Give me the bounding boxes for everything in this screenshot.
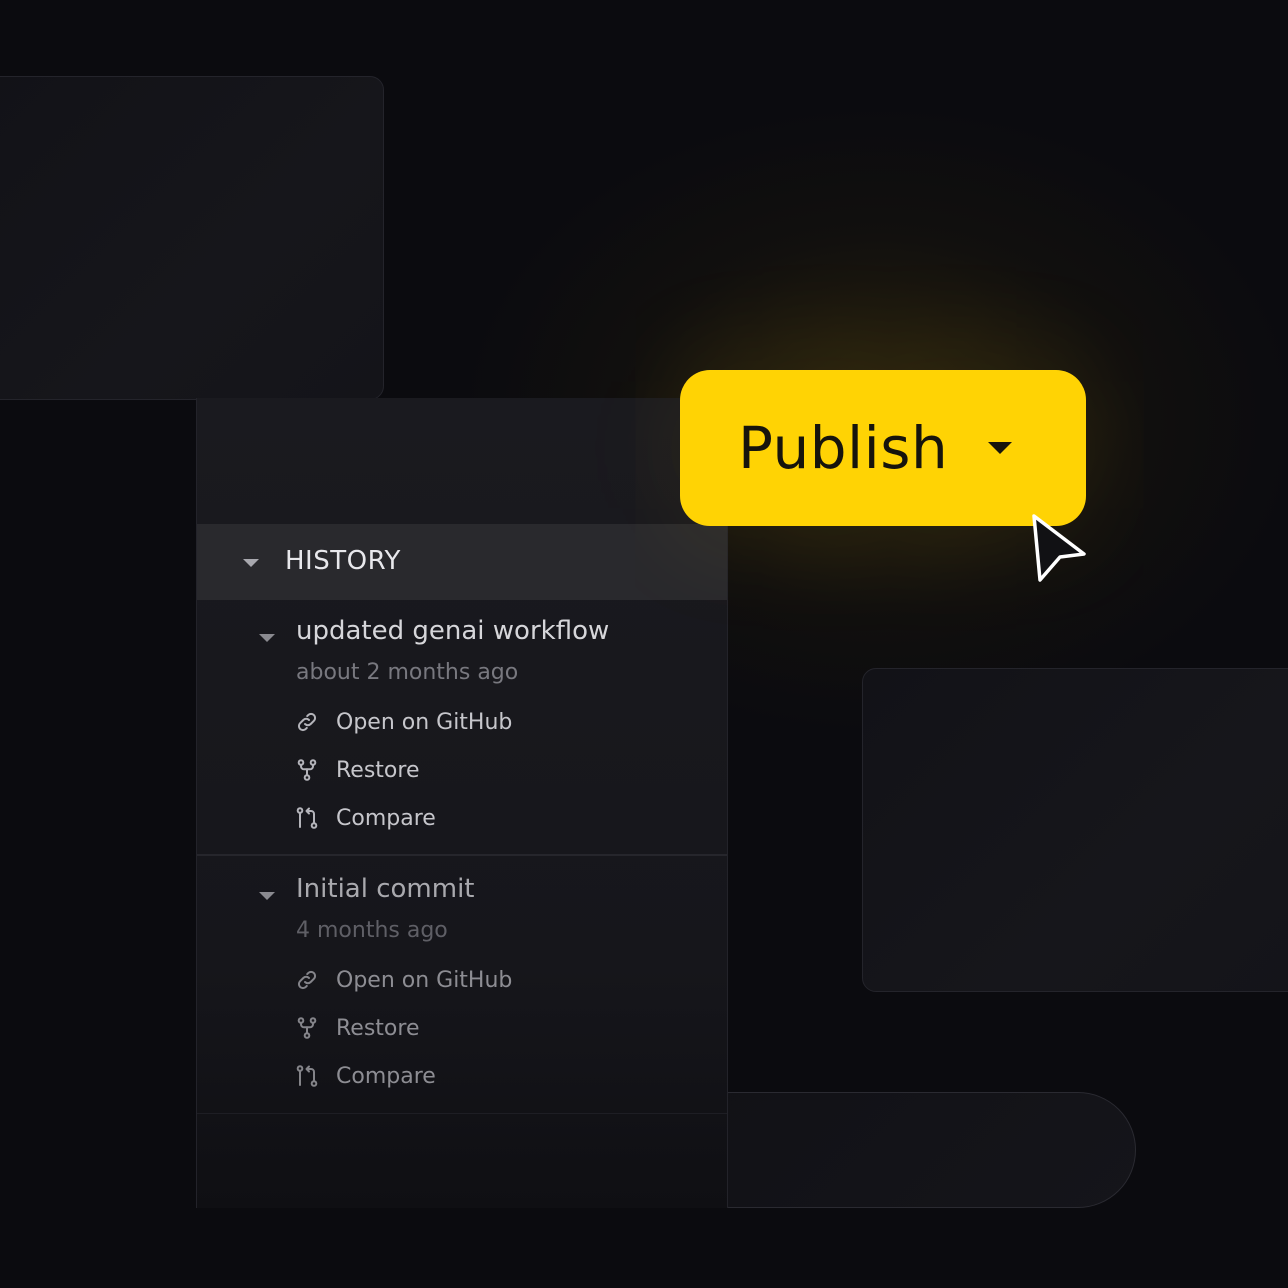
- publish-dropdown-caret-icon[interactable]: [988, 442, 1012, 454]
- publish-button-label: Publish: [738, 414, 949, 482]
- history-panel: HISTORY updated genai workflow about 2 m…: [196, 398, 728, 1208]
- compare-icon: [296, 1065, 318, 1087]
- commit-title: Initial commit: [296, 874, 475, 904]
- commit-timestamp: about 2 months ago: [296, 660, 519, 685]
- commit-entry: updated genai workflow about 2 months ag…: [197, 600, 727, 856]
- history-section-header[interactable]: HISTORY: [197, 524, 727, 600]
- compare-action[interactable]: Compare: [295, 1061, 436, 1091]
- action-label: Compare: [336, 1063, 436, 1089]
- background-card-right: [862, 668, 1288, 992]
- background-pill: [672, 1092, 1136, 1208]
- action-label: Open on GitHub: [336, 967, 513, 993]
- action-label: Compare: [336, 805, 436, 831]
- restore-action[interactable]: Restore: [295, 755, 419, 785]
- action-label: Open on GitHub: [336, 709, 513, 735]
- branch-icon: [297, 759, 317, 781]
- action-label: Restore: [336, 1015, 420, 1041]
- action-label: Restore: [336, 757, 420, 783]
- history-title: HISTORY: [285, 546, 401, 576]
- background-card-top-left: [0, 76, 384, 400]
- commit-entry: Initial commit 4 months ago Open on GitH…: [197, 858, 727, 1114]
- link-icon: [297, 970, 317, 990]
- commit-collapse-caret-icon[interactable]: [259, 634, 275, 642]
- restore-action[interactable]: Restore: [295, 1013, 419, 1043]
- mouse-pointer-icon: [1032, 514, 1086, 582]
- commit-collapse-caret-icon[interactable]: [259, 892, 275, 900]
- branch-icon: [297, 1017, 317, 1039]
- compare-action[interactable]: Compare: [295, 803, 436, 833]
- collapse-caret-icon[interactable]: [243, 559, 259, 567]
- open-on-github-action[interactable]: Open on GitHub: [295, 965, 512, 995]
- publish-button[interactable]: Publish: [680, 370, 1086, 526]
- commit-timestamp: 4 months ago: [296, 918, 448, 943]
- compare-icon: [296, 807, 318, 829]
- open-on-github-action[interactable]: Open on GitHub: [295, 707, 512, 737]
- commit-title: updated genai workflow: [296, 616, 610, 646]
- canvas: HISTORY updated genai workflow about 2 m…: [0, 0, 1288, 1288]
- link-icon: [297, 712, 317, 732]
